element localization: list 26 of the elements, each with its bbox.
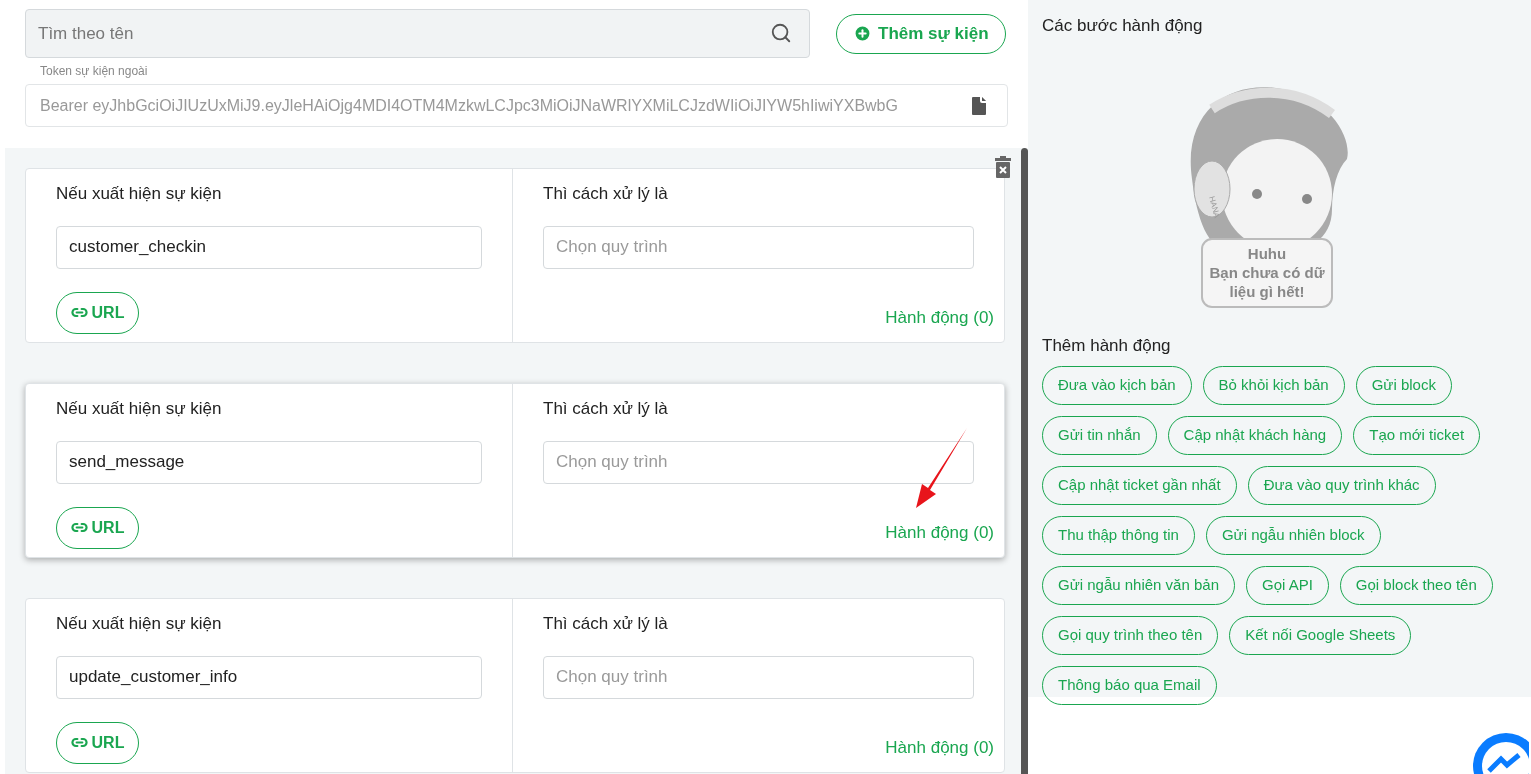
handler-label: Thì cách xử lý là bbox=[543, 398, 669, 420]
plus-icon bbox=[853, 24, 872, 43]
token-label: Token sự kiện ngoài bbox=[40, 63, 149, 80]
workflow-select[interactable]: Chọn quy trình bbox=[543, 655, 974, 699]
actions-link[interactable]: Hành động (0) bbox=[885, 304, 994, 330]
token-value: Bearer eyJhbGciOiJIUzUxMiJ9.eyJleHAiOjg4MDI4OTM4MzkwLCJpc3MiOiJNaWRlYXMiLCJzdWIiOiJIYW5hIiwiYXBwbG bbox=[40, 95, 899, 116]
event-field[interactable]: send_message bbox=[56, 440, 482, 484]
messenger-icon[interactable] bbox=[1473, 733, 1529, 774]
actions-link[interactable]: Hành động (0) bbox=[885, 734, 994, 760]
search-icon bbox=[770, 22, 792, 44]
handler-label: Thì cách xử lý là bbox=[543, 613, 669, 635]
event-label: Nếu xuất hiện sự kiện bbox=[56, 613, 223, 635]
workflow-select[interactable]: Chọn quy trình bbox=[543, 225, 974, 269]
search-field[interactable]: Tìm theo tên bbox=[25, 9, 810, 58]
event-field[interactable]: customer_checkin bbox=[56, 225, 482, 269]
handler-label: Thì cách xử lý là bbox=[543, 183, 669, 205]
event-label: Nếu xuất hiện sự kiện bbox=[56, 398, 223, 420]
event-label: Nếu xuất hiện sự kiện bbox=[56, 183, 223, 205]
delete-icon[interactable] bbox=[995, 156, 1011, 178]
scrollbar[interactable] bbox=[1021, 148, 1028, 774]
workflow-select[interactable]: Chọn quy trình bbox=[543, 440, 974, 484]
actions-link[interactable]: Hành động (0) bbox=[885, 519, 994, 545]
panel-title: Các bước hành động bbox=[1042, 15, 1204, 37]
event-field[interactable]: update_customer_info bbox=[56, 655, 482, 699]
add-actions-title: Thêm hành động bbox=[1042, 334, 1172, 357]
token-field[interactable]: Bearer eyJhbGciOiJIUzUxMiJ9.eyJleHAiOjg4MDI4OTM4MzkwLCJpc3MiOiJNaWRlYXMiLCJzdWIiOiJIYW5hIiwiYXBwbG bbox=[25, 84, 1008, 127]
